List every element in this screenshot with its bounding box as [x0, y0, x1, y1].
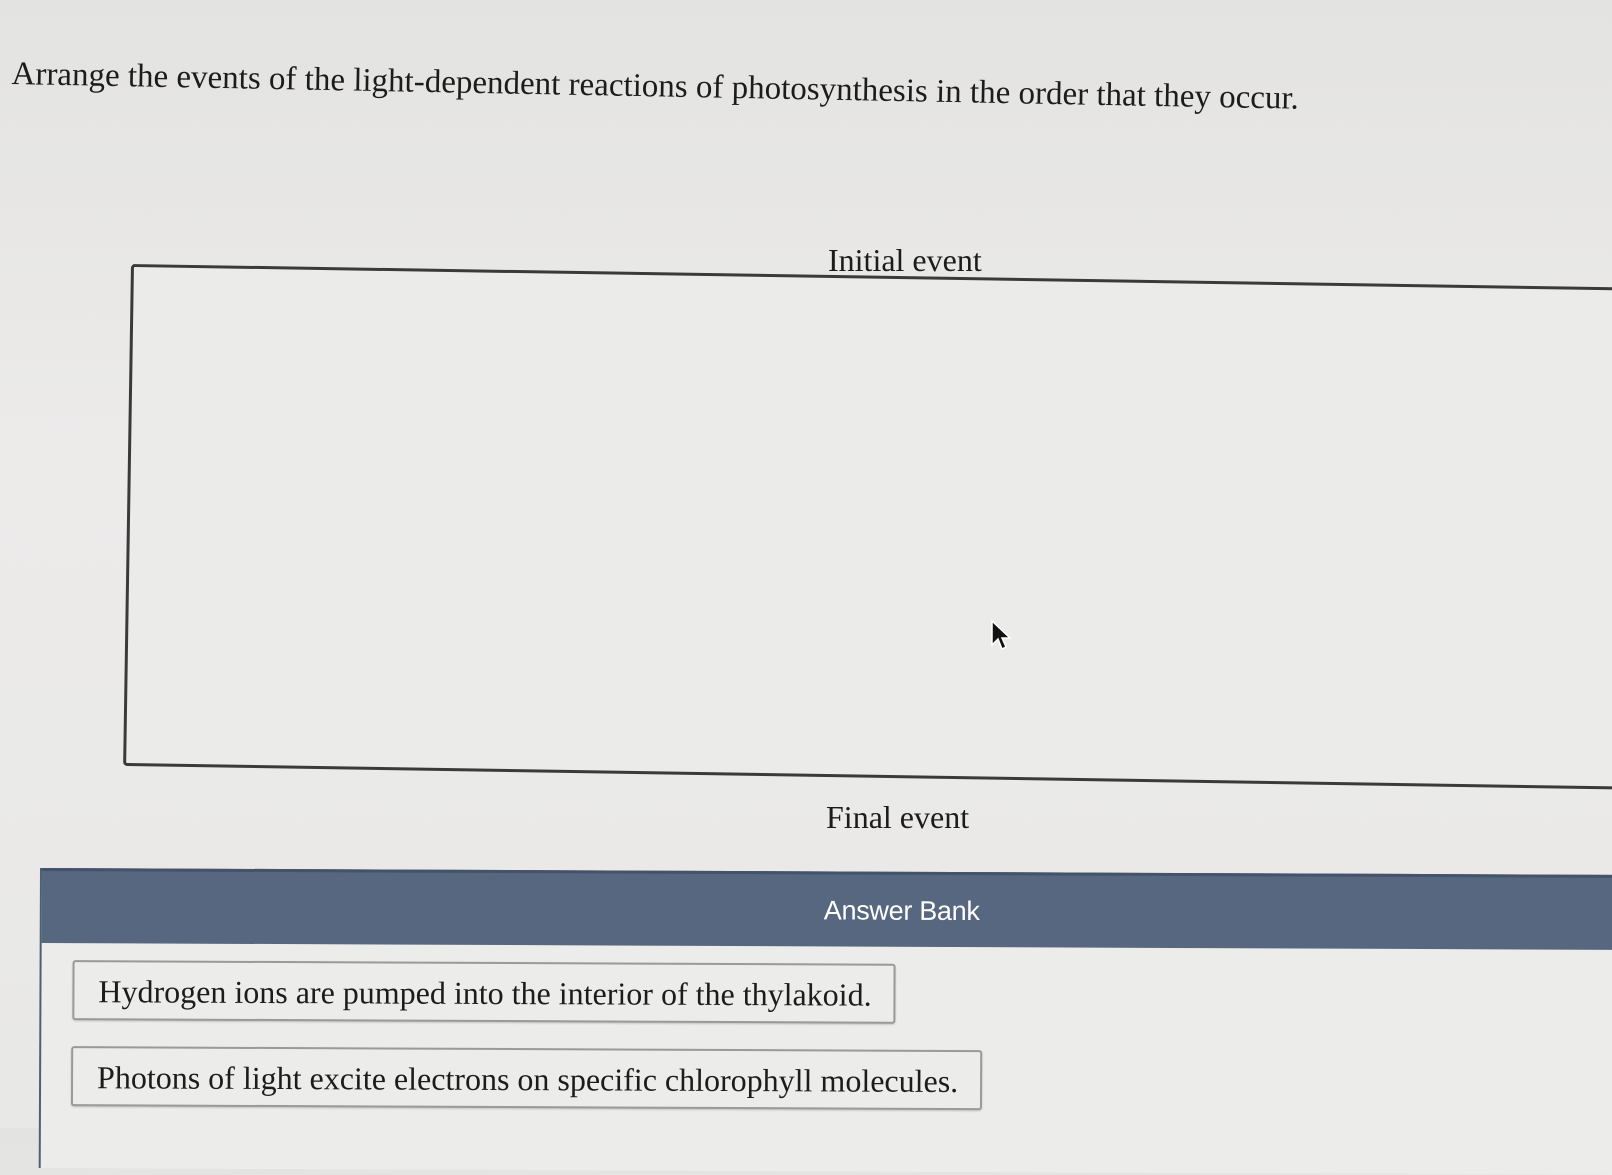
answer-bank-title: Answer Bank — [823, 894, 980, 926]
answer-tile-hydrogen-ions[interactable]: Hydrogen ions are pumped into the interi… — [72, 960, 896, 1024]
initial-event-label: Initial event — [828, 242, 982, 278]
mouse-pointer-icon — [990, 619, 1012, 652]
answer-tile-photons[interactable]: Photons of light excite electrons on spe… — [70, 1046, 983, 1111]
question-prompt: Arrange the events of the light-dependen… — [11, 55, 1300, 117]
final-event-label: Final event — [826, 799, 970, 835]
ordering-drop-zone[interactable] — [123, 264, 1612, 790]
answer-bank: Answer Bank Hydrogen ions are pumped int… — [38, 868, 1612, 1175]
answer-bank-header: Answer Bank — [41, 868, 1612, 950]
